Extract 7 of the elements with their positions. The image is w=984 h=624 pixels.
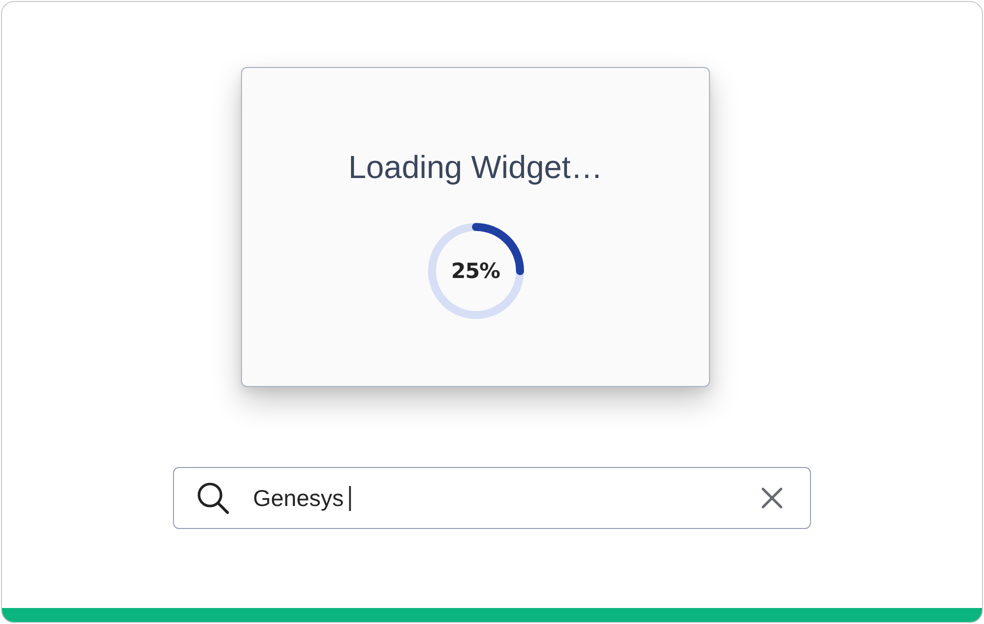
loading-title: Loading Widget… bbox=[348, 148, 603, 187]
progress-percent: 25% bbox=[451, 259, 500, 283]
search-field[interactable]: Genesys bbox=[173, 467, 811, 529]
search-text: Genesys bbox=[253, 484, 344, 512]
clear-search-button[interactable] bbox=[761, 487, 783, 509]
search-icon bbox=[196, 481, 230, 515]
close-icon bbox=[761, 487, 783, 509]
